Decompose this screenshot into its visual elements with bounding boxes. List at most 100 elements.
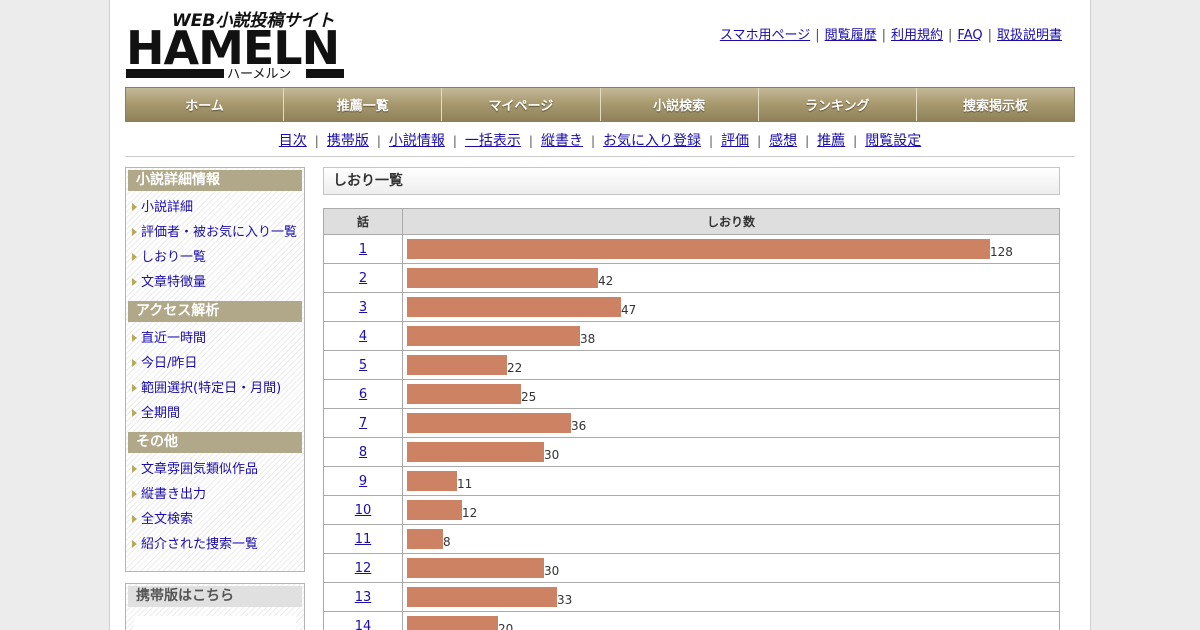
page-title: しおり一覧 xyxy=(323,167,1060,195)
sub-nav-link[interactable]: 小説情報 xyxy=(389,133,445,149)
sidebar-item[interactable]: 紹介された捜索一覧 xyxy=(128,532,302,557)
episode-cell: 2 xyxy=(323,263,403,293)
sidebar-item[interactable]: 縦書き出力 xyxy=(128,482,302,507)
main-nav-item[interactable]: マイページ xyxy=(441,88,600,121)
sidebar-item[interactable]: 全期間 xyxy=(128,401,302,426)
bookmark-table-body: 1 128 2 42 3 47 4 38 5 22 6 25 7 36 8 30 9 11 10 12 11 8 12 30 1… xyxy=(323,234,1060,630)
episode-link[interactable]: 9 xyxy=(359,474,367,489)
sub-nav-separator: | xyxy=(528,134,533,148)
bookmark-bar xyxy=(407,384,521,404)
sidebar-link[interactable]: 小説詳細 xyxy=(141,200,193,215)
sub-nav-link[interactable]: 縦書き xyxy=(541,133,583,149)
bookmark-count-label: 8 xyxy=(443,535,451,549)
bookmark-count-label: 47 xyxy=(621,303,637,317)
top-link[interactable]: 利用規約 xyxy=(891,28,943,43)
bookmark-bar-cell: 30 xyxy=(402,437,1060,467)
sidebar-list: 文章雰囲気類似作品 縦書き出力全文検索紹介された捜索一覧 xyxy=(128,457,302,557)
bookmark-bar xyxy=(407,326,580,346)
episode-link[interactable]: 12 xyxy=(355,561,372,576)
top-link[interactable]: スマホ用ページ xyxy=(720,28,810,43)
episode-link[interactable]: 7 xyxy=(359,416,367,431)
bookmark-count-label: 42 xyxy=(598,274,614,288)
bookmark-bar-cell: 12 xyxy=(402,495,1060,525)
sub-nav-separator: | xyxy=(853,134,858,148)
sub-nav-link[interactable]: 評価 xyxy=(721,133,749,149)
episode-cell: 13 xyxy=(323,582,403,612)
table-row: 6 25 xyxy=(323,379,1060,409)
bookmark-bar xyxy=(407,500,462,520)
sidebar-link[interactable]: 紹介された捜索一覧 xyxy=(141,537,258,552)
sidebar-link[interactable]: 文章雰囲気類似作品 xyxy=(141,462,258,477)
episode-cell: 7 xyxy=(323,408,403,438)
sidebar-item[interactable]: 評価者・被お気に入り一覧 xyxy=(128,220,302,245)
episode-link[interactable]: 11 xyxy=(355,532,372,547)
sidebar-item[interactable]: 全文検索 xyxy=(128,507,302,532)
episode-cell: 3 xyxy=(323,292,403,322)
sub-nav-link[interactable]: 閲覧設定 xyxy=(865,133,921,149)
page-container: WEB小説投稿サイト HAMELN ハーメルン スマホ用ページ | 閲覧履歴 | 利用規… xyxy=(109,0,1091,630)
sub-nav-link[interactable]: 感想 xyxy=(769,133,797,149)
sidebar-link[interactable]: 評価者・被お気に入り一覧 xyxy=(141,225,297,240)
episode-link[interactable]: 4 xyxy=(359,329,367,344)
bookmark-count-label: 25 xyxy=(521,390,537,404)
top-link[interactable]: FAQ xyxy=(957,28,982,43)
sub-nav-separator: | xyxy=(757,134,762,148)
main-nav-item[interactable]: 小説検索 xyxy=(599,88,758,121)
episode-link[interactable]: 14 xyxy=(355,619,372,630)
sub-nav-separator: | xyxy=(590,134,596,148)
top-link[interactable]: 閲覧履歴 xyxy=(825,28,877,43)
sidebar-link[interactable]: 今日/昨日 xyxy=(141,356,197,371)
episode-link[interactable]: 6 xyxy=(359,387,367,402)
sub-nav-separator: | xyxy=(376,134,381,148)
sidebar-item[interactable]: 今日/昨日 xyxy=(128,351,302,376)
main-nav-item[interactable]: 捜索掲示板 xyxy=(915,88,1075,121)
sidebar-item[interactable]: しおり一覧 xyxy=(128,245,302,270)
episode-link[interactable]: 1 xyxy=(359,242,367,257)
sub-nav-link[interactable]: 一括表示 xyxy=(465,133,521,149)
main-nav-item[interactable]: ランキング xyxy=(757,88,916,121)
table-row: 12 30 xyxy=(323,553,1060,583)
sidebar-link[interactable]: 範囲選択(特定日・月間) xyxy=(141,381,281,396)
table-header-row: 話 しおり数 xyxy=(323,208,1060,235)
sub-nav-link[interactable]: 推薦 xyxy=(817,133,845,149)
sub-nav-link[interactable]: 目次 xyxy=(279,133,307,149)
episode-link[interactable]: 10 xyxy=(355,503,372,518)
sidebar-link[interactable]: しおり一覧 xyxy=(141,250,206,265)
link-separator: | xyxy=(881,28,886,43)
hameln-logo[interactable]: WEB小説投稿サイト HAMELN ハーメルン xyxy=(126,8,346,82)
bookmark-bar xyxy=(407,268,598,288)
episode-link[interactable]: 5 xyxy=(359,358,367,373)
sidebar-item[interactable]: 直近一時間 xyxy=(128,326,302,351)
sidebar-link[interactable]: 文章特徴量 xyxy=(141,275,206,290)
sidebar-item[interactable]: 文章特徴量 xyxy=(128,270,302,295)
episode-link[interactable]: 3 xyxy=(359,300,367,315)
bookmark-table: 話 しおり数 1 128 2 42 3 47 4 38 5 22 6 25 7 36 8 30 9 11 10 12 1… xyxy=(323,208,1060,630)
sub-nav-separator: | xyxy=(314,134,319,148)
main-nav-item[interactable]: ホーム xyxy=(126,88,284,121)
top-link[interactable]: 取扱説明書 xyxy=(997,28,1062,43)
sidebar-item[interactable]: 小説詳細 xyxy=(128,195,302,220)
triangle-bullet-icon xyxy=(132,334,137,342)
sidebar-link[interactable]: 縦書き出力 xyxy=(141,487,206,502)
triangle-bullet-icon xyxy=(132,384,137,392)
sidebar-link[interactable]: 全文検索 xyxy=(141,512,193,527)
episode-link[interactable]: 8 xyxy=(359,445,367,460)
triangle-bullet-icon xyxy=(132,278,137,286)
episode-cell: 5 xyxy=(323,350,403,380)
triangle-bullet-icon xyxy=(132,203,137,211)
episode-link[interactable]: 13 xyxy=(355,590,372,605)
bookmark-bar-cell: 20 xyxy=(402,611,1060,630)
sidebar-link[interactable]: 直近一時間 xyxy=(141,331,206,346)
table-row: 5 22 xyxy=(323,350,1060,380)
sidebar-link[interactable]: 全期間 xyxy=(141,406,180,421)
sidebar-item[interactable]: 文章雰囲気類似作品 xyxy=(128,457,302,482)
main-nav-item[interactable]: 推薦一覧 xyxy=(283,88,442,121)
sidebar-item[interactable]: 範囲選択(特定日・月間) xyxy=(128,376,302,401)
triangle-bullet-icon xyxy=(132,359,137,367)
bookmark-count-label: 11 xyxy=(457,477,473,491)
sub-nav-link[interactable]: 携帯版 xyxy=(327,133,369,149)
episode-link[interactable]: 2 xyxy=(359,271,367,286)
sub-nav-link[interactable]: お気に入り登録 xyxy=(603,133,701,149)
episode-cell: 9 xyxy=(323,466,403,496)
episode-cell: 1 xyxy=(323,234,403,264)
